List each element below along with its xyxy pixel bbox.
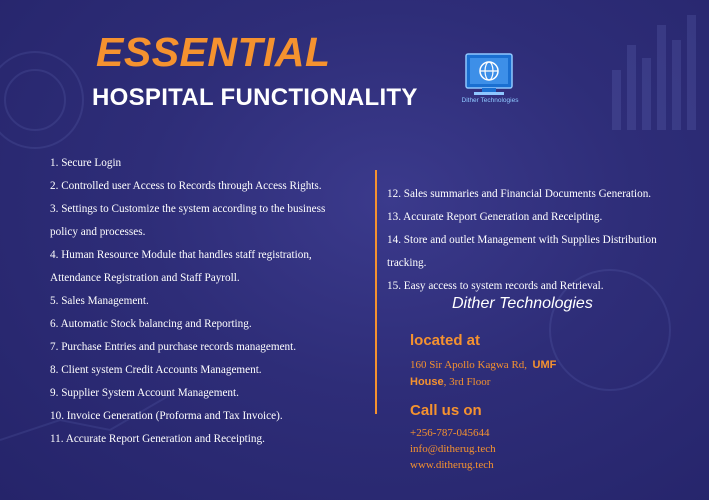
feature-item: 5. Sales Management. [50,295,149,307]
flyer: ESSENTIAL HOSPITAL FUNCTIONALITY Dither … [0,0,709,500]
phone-number: +256-787-045644 [410,427,490,439]
page-title: ESSENTIAL [96,29,331,75]
feature-item: 6. Automatic Stock balancing and Reporti… [50,318,252,330]
feature-list-right: 12. Sales summaries and Financial Docume… [387,183,697,298]
circle-graphic [4,69,66,131]
feature-list-left: 1. Secure Login 2. Controlled user Acces… [50,152,370,451]
bar-graphic [657,25,666,130]
feature-item: 3. Settings to Customize the system acco… [50,203,326,215]
feature-item: tracking. [387,257,427,269]
building-name: UMF [532,359,557,371]
feature-item: 9. Supplier System Account Management. [50,387,239,399]
logo-caption: Dither Technologies [461,97,519,104]
bar-graphic [642,58,651,130]
feature-item: 4. Human Resource Module that handles st… [50,249,312,261]
address: 160 Sir Apollo Kagwa Rd, UMF House, 3rd … [410,357,556,391]
feature-item: 10. Invoice Generation (Proforma and Tax… [50,410,283,422]
circle-graphic [0,51,84,149]
feature-item: 11. Accurate Report Generation and Recei… [50,433,265,445]
feature-item: 8. Client system Credit Accounts Managem… [50,364,262,376]
feature-item: policy and processes. [50,226,146,238]
feature-item: 7. Purchase Entries and purchase records… [50,341,297,353]
company-name: Dither Technologies [452,295,593,312]
feature-item: 13. Accurate Report Generation and Recei… [387,211,603,223]
page-subtitle: HOSPITAL FUNCTIONALITY [92,84,418,111]
feature-item: 2. Controlled user Access to Records thr… [50,180,322,192]
feature-item: 12. Sales summaries and Financial Docume… [387,188,652,200]
column-divider [375,170,377,414]
feature-item: 1. Secure Login [50,157,122,169]
street-address: 160 Sir Apollo Kagwa Rd, [410,359,528,371]
address-line-2: House, 3rd Floor [410,374,556,391]
email-address: info@ditherug.tech [410,443,496,455]
contact-list: +256-787-045644 info@ditherug.tech www.d… [410,425,496,473]
address-line-1: 160 Sir Apollo Kagwa Rd, UMF [410,357,556,374]
website-url: www.ditherug.tech [410,459,494,471]
bar-graphic [687,15,696,130]
building-name-cont: House [410,376,444,388]
bar-graphic [612,70,621,130]
bar-graphic [627,45,636,130]
contact-heading: Call us on [410,402,482,419]
feature-item: 14. Store and outlet Management with Sup… [387,234,657,246]
feature-item: Attendance Registration and Staff Payrol… [50,272,240,284]
location-heading: located at [410,332,481,349]
floor: , 3rd Floor [443,376,491,388]
bar-graphic [672,40,681,130]
